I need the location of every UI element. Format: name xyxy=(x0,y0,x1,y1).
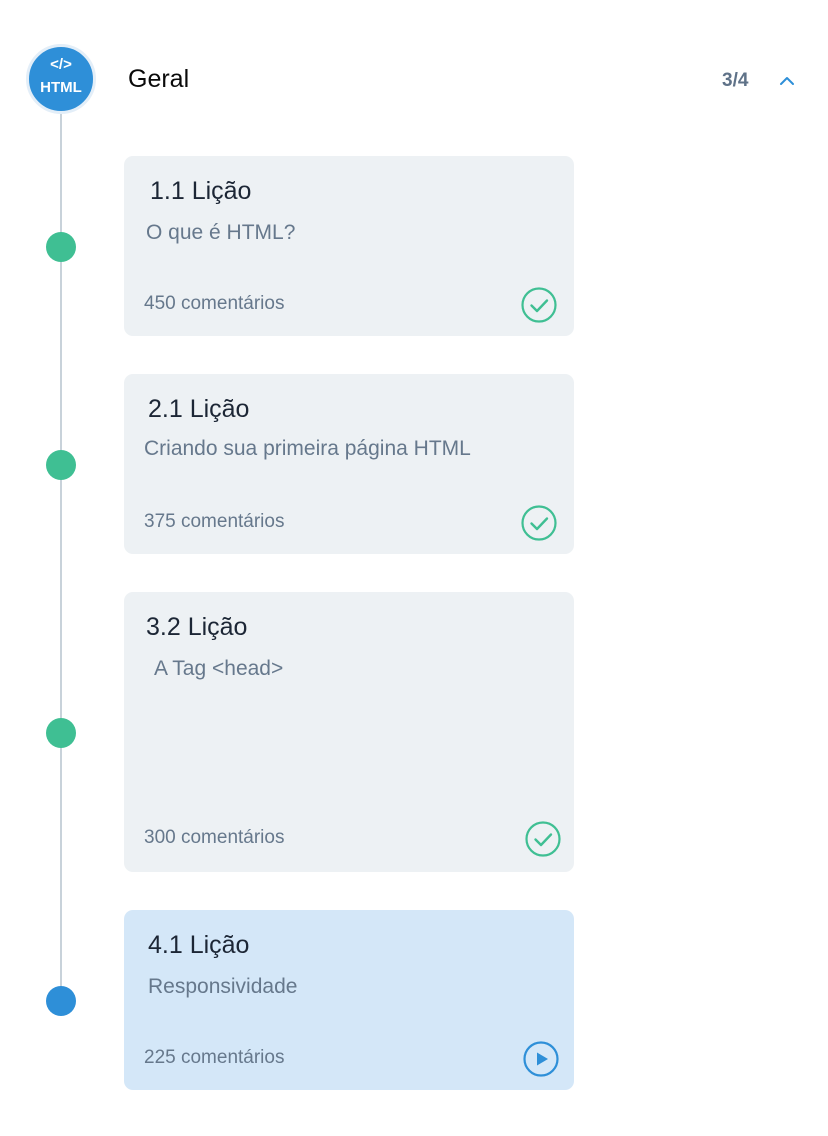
timeline-dot-completed xyxy=(46,718,76,748)
check-circle-icon xyxy=(520,504,558,542)
section-title: Geral xyxy=(128,65,190,93)
lesson-title: 3.2 Lição xyxy=(146,613,248,641)
chevron-up-icon[interactable] xyxy=(774,68,800,94)
lesson-card-2[interactable]: 2.1 Lição Criando sua primeira página HT… xyxy=(124,374,574,554)
timeline-dot-completed xyxy=(46,232,76,262)
lesson-comments-count: 225 comentários xyxy=(144,1047,285,1068)
lesson-card-4[interactable]: 4.1 Lição Responsividade 225 comentários xyxy=(124,910,574,1090)
section-progress: 3/4 xyxy=(722,70,749,91)
badge-label: HTML xyxy=(40,79,82,96)
lesson-title: 1.1 Lição xyxy=(150,177,252,205)
lesson-comments-count: 300 comentários xyxy=(144,827,285,848)
lesson-card-3[interactable]: 3.2 Lição A Tag <head> 300 comentários xyxy=(124,592,574,872)
check-circle-icon xyxy=(524,820,562,858)
lesson-subtitle: O que é HTML? xyxy=(146,221,296,244)
lesson-comments-count: 375 comentários xyxy=(144,511,285,532)
lesson-subtitle: A Tag <head> xyxy=(154,657,284,680)
timeline-dot-current xyxy=(46,986,76,1016)
timeline-dot-completed xyxy=(46,450,76,480)
lesson-title: 4.1 Lição xyxy=(148,931,250,959)
lesson-title: 2.1 Lição xyxy=(148,395,250,423)
lesson-subtitle: Criando sua primeira página HTML xyxy=(144,437,471,460)
html-course-badge: </> HTML xyxy=(26,44,96,114)
check-circle-icon xyxy=(520,286,558,324)
lesson-subtitle: Responsividade xyxy=(148,975,298,998)
code-icon: </> xyxy=(50,56,72,73)
lesson-card-1[interactable]: 1.1 Lição O que é HTML? 450 comentários xyxy=(124,156,574,336)
lesson-comments-count: 450 comentários xyxy=(144,293,285,314)
play-circle-icon[interactable] xyxy=(522,1040,560,1078)
